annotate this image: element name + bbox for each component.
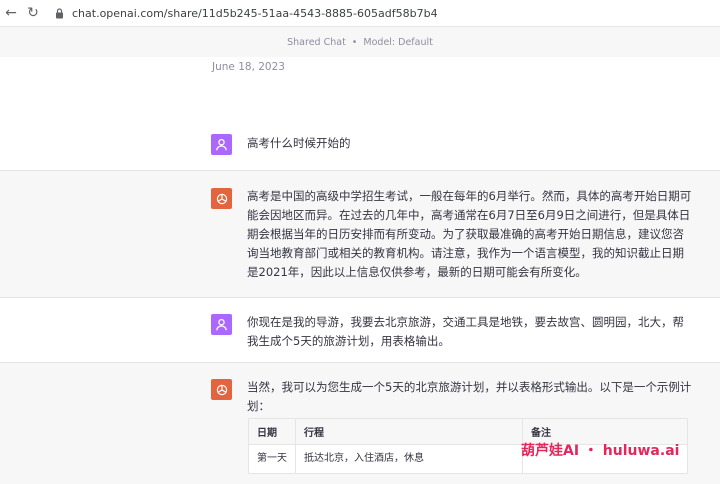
user-avatar-icon bbox=[211, 134, 232, 155]
browser-address-bar: ← ↻ chat.openai.com/share/11d5b245-51aa-… bbox=[0, 0, 720, 27]
user-avatar-icon bbox=[211, 314, 232, 335]
assistant-message-1: 高考是中国的高级中学招生考试，一般在每年的6月举行。然而，具体的高考开始日期可能… bbox=[0, 171, 720, 298]
column-header-date: 日期 bbox=[248, 418, 296, 445]
model-label: Model: Default bbox=[363, 36, 433, 48]
shared-chat-header: Shared Chat • Model: Default bbox=[0, 27, 720, 57]
column-header-plan: 行程 bbox=[295, 418, 523, 445]
assistant-message-text: 高考是中国的高级中学招生考试，一般在每年的6月举行。然而，具体的高考开始日期可能… bbox=[247, 189, 692, 279]
assistant-message-text: 当然，我可以为您生成一个5天的北京旅游计划，并以表格形式输出。以下是一个示例计划… bbox=[247, 380, 692, 413]
reload-icon[interactable]: ↻ bbox=[24, 4, 42, 22]
back-arrow-icon[interactable]: ← bbox=[2, 4, 20, 22]
user-message-text: 高考什么时候开始的 bbox=[247, 136, 351, 150]
cell-date: 第一天 bbox=[248, 444, 296, 474]
openai-logo-icon bbox=[211, 379, 232, 400]
conversation-date: June 18, 2023 bbox=[212, 61, 285, 73]
url-field[interactable]: chat.openai.com/share/11d5b245-51aa-4543… bbox=[72, 7, 438, 20]
openai-logo-icon bbox=[211, 188, 232, 209]
header-separator: • bbox=[351, 36, 358, 48]
shared-chat-label: Shared Chat bbox=[287, 36, 346, 48]
watermark: 葫芦娃AI ・ huluwa.ai bbox=[521, 443, 680, 459]
lock-icon[interactable] bbox=[52, 6, 66, 20]
cell-plan: 抵达北京，入住酒店，休息 bbox=[295, 444, 523, 474]
user-message-2: 你现在是我的导游，我要去北京旅游，交通工具是地铁，要去故宫、圆明园，北大，帮我生… bbox=[0, 298, 720, 363]
user-message-1: 高考什么时候开始的 bbox=[0, 108, 720, 171]
user-message-text: 你现在是我的导游，我要去北京旅游，交通工具是地铁，要去故宫、圆明园，北大，帮我生… bbox=[247, 315, 684, 348]
